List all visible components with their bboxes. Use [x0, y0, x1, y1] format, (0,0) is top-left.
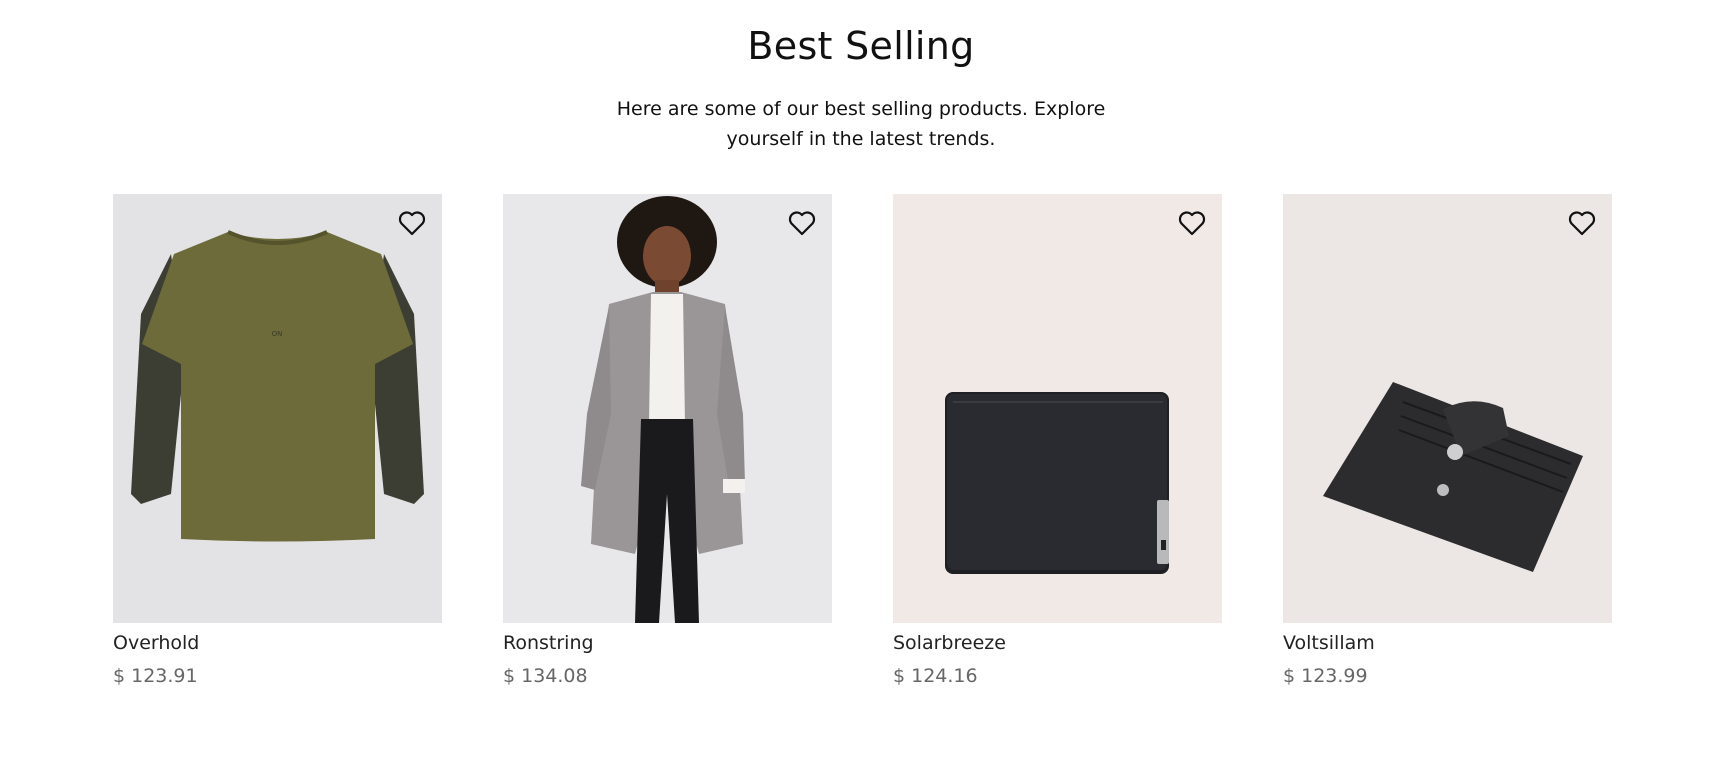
- product-card[interactable]: Voltsillam $ 123.99: [1283, 194, 1612, 687]
- product-card[interactable]: Ronstring $ 134.08: [503, 194, 832, 687]
- product-image[interactable]: [893, 194, 1222, 623]
- product-grid: ON Overhold $ 123.91 Ronstring $ 134.08 …: [113, 194, 1612, 687]
- product-name[interactable]: Voltsillam: [1283, 632, 1612, 654]
- svg-text:ON: ON: [272, 330, 283, 338]
- section-title: Best Selling: [747, 24, 975, 68]
- product-image[interactable]: [503, 194, 832, 623]
- heart-outline-icon[interactable]: [788, 210, 816, 236]
- heart-outline-icon[interactable]: [1568, 210, 1596, 236]
- product-card[interactable]: ON Overhold $ 123.91: [113, 194, 442, 687]
- product-name[interactable]: Solarbreeze: [893, 632, 1222, 654]
- woman-grey-coat-image: [581, 196, 745, 623]
- best-selling-section: Best Selling Here are some of our best s…: [0, 0, 1722, 765]
- heart-outline-icon[interactable]: [398, 210, 426, 236]
- product-card[interactable]: Solarbreeze $ 124.16: [893, 194, 1222, 687]
- product-price: $ 123.91: [113, 665, 198, 687]
- product-name[interactable]: Overhold: [113, 632, 442, 654]
- product-name[interactable]: Ronstring: [503, 632, 832, 654]
- black-bifold-wallet-image: [945, 392, 1169, 574]
- product-price: $ 134.08: [503, 665, 588, 687]
- section-subtitle: Here are some of our best selling produc…: [616, 98, 1106, 150]
- heart-outline-icon[interactable]: [1178, 210, 1206, 236]
- product-image[interactable]: ON: [113, 194, 442, 623]
- olive-layered-tshirt-image: ON: [131, 230, 424, 542]
- product-price: $ 124.16: [893, 665, 978, 687]
- black-card-holder-image: [1323, 382, 1583, 572]
- product-price: $ 123.99: [1283, 665, 1368, 687]
- product-image[interactable]: [1283, 194, 1612, 623]
